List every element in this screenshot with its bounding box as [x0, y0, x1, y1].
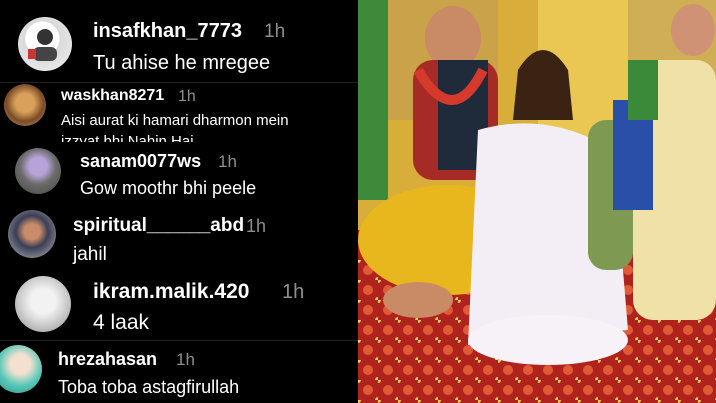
comment-username[interactable]: sanam0077ws [80, 151, 201, 172]
comment-card: ikram.malik.420 1h 4 laak [0, 270, 358, 340]
comment-username[interactable]: hrezahasan [58, 349, 157, 370]
user-avatar-icon[interactable] [18, 17, 72, 71]
comment-timestamp: 1h [264, 21, 286, 42]
comment-card: insafkhan_7773 1h Tu ahise he mregee [0, 0, 358, 80]
comment-timestamp: 1h [176, 350, 195, 369]
comment-timestamp: 1h [246, 216, 267, 236]
comment-username[interactable]: waskhan8271 [61, 87, 164, 105]
comment-text: 4 laak [93, 311, 150, 334]
user-avatar-icon[interactable] [8, 210, 56, 258]
user-avatar-icon[interactable] [0, 345, 42, 393]
comment-card: hrezahasan 1h Toba toba astagfirullah [0, 341, 358, 403]
post-photo [358, 0, 716, 403]
comment-username[interactable]: ikram.malik.420 [93, 280, 249, 304]
comment-text: Toba toba astagfirullah [58, 377, 240, 397]
comment-text: jahil [73, 244, 107, 265]
comments-list: insafkhan_7773 1h Tu ahise he mregee was… [0, 0, 358, 403]
comment-timestamp: 1h [218, 152, 237, 171]
comment-text-line2: izzyat bhi Nahin Hai [61, 133, 194, 142]
user-avatar-icon[interactable] [4, 84, 46, 126]
comment-text: Tu ahise he mregee [93, 52, 271, 74]
comment-card: waskhan8271 1h Aisi aurat ki hamari dhar… [0, 82, 358, 142]
comment-username[interactable]: spiritual______abd [73, 215, 244, 237]
comment-card: sanam0077ws 1h Gow moothr bhi peele [0, 142, 358, 205]
comment-timestamp: 1h [282, 281, 305, 303]
user-avatar-icon[interactable] [15, 276, 71, 332]
ceremony-scene-image [358, 0, 716, 403]
comment-text: Gow moothr bhi peele [80, 178, 257, 198]
comment-timestamp: 1h [178, 88, 196, 105]
comment-username[interactable]: insafkhan_7773 [93, 20, 242, 43]
user-avatar-icon[interactable] [15, 148, 61, 194]
comment-card: spiritual______abd 1h jahil [0, 205, 358, 270]
comment-text: Aisi aurat ki hamari dharmon mein [61, 112, 289, 129]
